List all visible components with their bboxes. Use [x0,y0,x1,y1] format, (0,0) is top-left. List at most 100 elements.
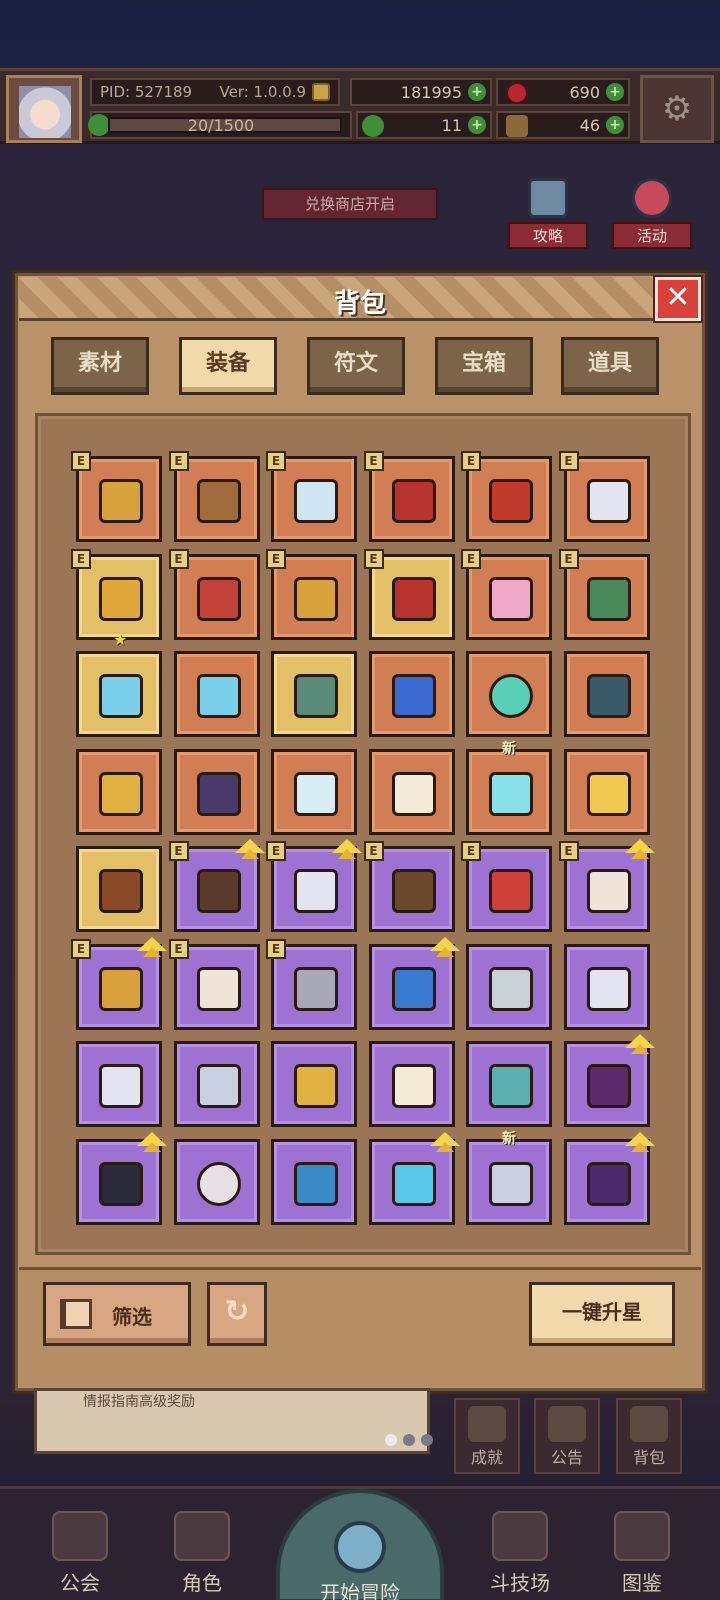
inventory-slot[interactable] [271,1138,357,1225]
achievement-button[interactable]: 成就 [454,1398,520,1474]
tab-items[interactable]: 道具 [561,337,659,395]
inventory-slot[interactable]: E [71,451,162,542]
settings-button[interactable]: ⚙ [640,75,714,143]
nav-guild[interactable]: 公会 [28,1511,132,1600]
gold-value: 181995 [400,82,462,102]
nav-adventure[interactable]: 开始冒险 [276,1489,444,1600]
equipped-badge: E [266,841,286,861]
inventory-slot[interactable]: E [363,451,455,542]
inventory-slot[interactable]: E [461,451,552,542]
inventory-slot[interactable] [368,936,460,1030]
inventory-slot[interactable] [563,943,650,1030]
bronze-amulet-icon [99,869,143,913]
gold-shield-icon [99,771,143,816]
inventory-slot[interactable] [466,651,552,737]
inventory-slot[interactable]: E ★ [71,548,162,649]
crossed-swords-icon [492,1511,548,1561]
inventory-slot[interactable] [563,651,650,737]
inventory-slot[interactable]: 新 [466,1131,552,1225]
inventory-slot[interactable] [76,1131,167,1225]
inventory-slot[interactable] [76,651,162,737]
inventory-slot[interactable] [466,1041,552,1127]
inventory-slot[interactable]: E [266,938,357,1030]
inventory-slot[interactable]: E [168,451,260,542]
tab-chests[interactable]: 宝箱 [435,337,533,395]
inventory-slot[interactable] [271,748,357,835]
equipped-badge: E [266,451,286,471]
player-avatar[interactable] [6,75,82,143]
inventory-slot[interactable] [76,846,162,932]
category-tabs: 素材 装备 符文 宝箱 道具 [51,337,671,397]
carousel-dot[interactable] [385,1434,397,1446]
filter-button[interactable]: 筛选 [43,1282,191,1346]
tab-materials[interactable]: 素材 [51,337,149,395]
inventory-slot[interactable] [173,748,260,835]
gem-ring-icon [294,966,338,1011]
equipped-badge: E [363,548,384,569]
add-gold-button[interactable]: + [468,83,486,101]
inventory-slot[interactable] [368,1131,460,1225]
add-bag-button[interactable]: + [606,116,624,134]
inventory-slot[interactable]: E [168,839,265,932]
inventory-slot[interactable]: E [558,839,655,932]
nav-character[interactable]: 角色 [150,1511,254,1600]
inventory-slot[interactable] [76,1041,162,1127]
inventory-slot[interactable] [368,651,455,737]
refresh-button[interactable]: ↻ [207,1282,267,1346]
close-button[interactable]: ✕ [655,277,701,321]
inventory-slot[interactable] [563,1034,655,1127]
inventory-slot[interactable] [271,1041,357,1127]
inventory-slot[interactable]: E [363,841,455,932]
inventory-slot[interactable] [563,748,650,835]
gem-counter: 690 + [496,78,630,106]
shop-open-banner[interactable]: 兑换商店开启 [262,188,438,220]
inventory-slot[interactable]: E [266,839,362,932]
backpack-button[interactable]: 背包 [616,1398,682,1474]
inventory-slot[interactable] [466,943,552,1030]
event-button[interactable]: 活动 [612,172,692,260]
bronze-helmet-icon [196,479,241,523]
inventory-slot[interactable]: 新 [466,741,552,835]
notice-text: 情报指南高级奖励 [83,1394,195,1410]
inventory-slot[interactable] [368,1041,455,1127]
inventory-slot[interactable] [271,651,357,737]
inventory-slot[interactable]: E [558,548,650,640]
inventory-slot[interactable]: E [461,841,552,932]
carousel-dot[interactable] [403,1434,415,1446]
carousel-dot[interactable] [421,1434,433,1446]
nav-arena[interactable]: 斗技场 [468,1511,572,1600]
inventory-slot[interactable] [173,1138,260,1225]
inventory-slot[interactable] [173,1041,260,1127]
star-icon: ★ [113,629,128,649]
inventory-slot[interactable]: E [266,451,357,542]
chat-bubble-icon [528,178,568,218]
inventory-slot[interactable]: E [168,938,260,1030]
one-click-star-up-button[interactable]: 一键升星 [529,1282,675,1346]
inventory-slot[interactable]: E [363,548,455,640]
inventory-slot[interactable]: E [461,548,552,640]
inventory-slot[interactable] [76,748,162,835]
tab-runes[interactable]: 符文 [307,337,405,395]
bow-icon [196,869,241,913]
add-gem-button[interactable]: + [606,83,624,101]
notice-banner[interactable]: 情报指南高级奖励 [34,1388,433,1454]
inventory-slot[interactable] [563,1131,655,1225]
ruby-crown-icon [196,576,241,621]
inventory-slot[interactable] [368,748,455,835]
inventory-slot[interactable]: E [558,451,650,542]
inventory-slot[interactable]: E [168,548,260,640]
guide-button[interactable]: 攻略 [508,172,588,260]
aqua-crystal-icon [489,771,533,816]
backpack-label: 背包 [632,1448,665,1467]
gold-boots-icon [294,576,338,621]
inventory-slot[interactable]: E [266,548,357,640]
inventory-slot[interactable] [173,651,260,737]
nav-adventure-label: 开始冒险 [320,1581,400,1600]
nav-codex[interactable]: 图鉴 [590,1511,694,1600]
announcement-button[interactable]: 公告 [534,1398,600,1474]
tab-equipment[interactable]: 装备 [179,337,277,395]
add-clover-button[interactable]: + [468,116,486,134]
codex-book-icon [614,1511,670,1561]
inventory-slot[interactable]: E [71,936,167,1030]
heart-amulet-icon [489,576,533,621]
